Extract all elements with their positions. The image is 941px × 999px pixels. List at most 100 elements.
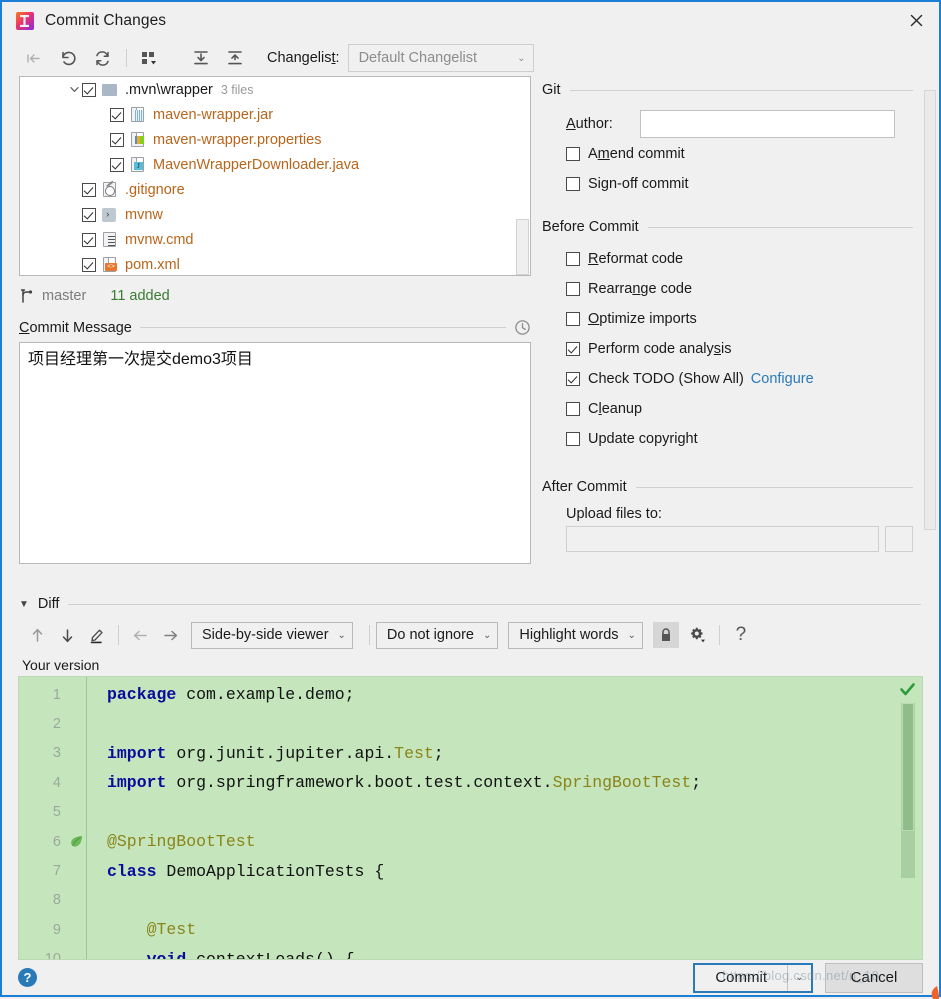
before-commit-title: Before Commit [542, 219, 639, 235]
commit-message-input[interactable]: 项目经理第一次提交demo3项目 [19, 342, 531, 564]
tree-row[interactable]: pom.xml [20, 252, 530, 276]
file-name: MavenWrapperDownloader.java [153, 157, 359, 173]
file-checkbox[interactable] [110, 158, 124, 172]
file-checkbox[interactable] [110, 108, 124, 122]
code-line: 3 import org.junit.jupiter.api.Test; [19, 739, 922, 768]
tree-row[interactable]: mvnw.cmd [20, 227, 530, 252]
changelist-dropdown[interactable]: Default Changelist ⌄ [348, 44, 534, 72]
checkbox-box[interactable] [566, 342, 580, 356]
expand-all-button[interactable] [187, 45, 215, 71]
perform-code-analysis-checkbox[interactable]: Perform code analysis [566, 334, 913, 364]
intellij-idea-icon [16, 12, 34, 30]
file-name: maven-wrapper.jar [153, 107, 273, 123]
file-checkbox[interactable] [82, 208, 96, 222]
checkbox-box[interactable] [566, 147, 580, 161]
check-todo-checkbox[interactable]: Check TODO (Show All)Configure [566, 364, 913, 394]
collapse-to-left-button[interactable] [20, 45, 48, 71]
git-group-header: Git [542, 82, 913, 98]
file-name: .mvn\wrapper [125, 82, 213, 98]
close-button[interactable] [893, 2, 939, 38]
diff-toolbar-divider-3 [719, 625, 720, 645]
code-text: import org.springframework.boot.test.con… [87, 773, 701, 792]
option-label: Amend commit [588, 146, 685, 162]
tree-row[interactable]: maven-wrapper.properties [20, 127, 530, 152]
amend-commit-checkbox[interactable]: Amend commit [566, 139, 913, 169]
cleanup-checkbox[interactable]: Cleanup [566, 394, 913, 424]
tree-row[interactable]: .gitignore [20, 177, 530, 202]
ignore-mode-dropdown[interactable]: Do not ignore ⌄ [376, 622, 498, 649]
expand-arrow-icon[interactable] [66, 85, 82, 94]
file-checkbox[interactable] [82, 258, 96, 272]
line-number: 3 [19, 745, 65, 761]
checkbox-box[interactable] [566, 282, 580, 296]
upload-configure-button[interactable] [885, 526, 913, 552]
corner-decoration-icon [913, 973, 939, 999]
configure-link[interactable]: Configure [751, 371, 814, 387]
commit-options-arrow[interactable]: ⌄ [787, 965, 811, 991]
git-branch-icon [19, 288, 35, 304]
diff-code-editor[interactable]: 1package com.example.demo;23import org.j… [18, 676, 923, 960]
previous-difference-button[interactable] [22, 622, 52, 648]
commit-message-divider [140, 327, 506, 328]
edit-source-button[interactable] [82, 622, 112, 648]
changed-files-tree[interactable]: .mvn\wrapper3 files maven-wrapper.jar mave… [19, 76, 531, 276]
code-text: import org.junit.jupiter.api.Test; [87, 744, 444, 763]
highlight-mode-dropdown[interactable]: Highlight words ⌄ [508, 622, 643, 649]
sign-off-commit-checkbox[interactable]: Sign-off commit [566, 169, 913, 199]
commit-button[interactable]: Commit [695, 965, 787, 991]
checkbox-box[interactable] [566, 432, 580, 446]
branch-name: master [42, 288, 86, 304]
diff-pane-label: Your version [2, 654, 939, 676]
tree-row[interactable]: ›mvnw [20, 202, 530, 227]
clock-history-icon[interactable] [514, 319, 531, 336]
repository-status-row: master 11 added [19, 284, 531, 308]
file-checkbox[interactable] [82, 83, 96, 97]
help-icon[interactable]: ? [18, 968, 37, 987]
checkbox-box[interactable] [566, 372, 580, 386]
optimize-imports-checkbox[interactable]: Optimize imports [566, 304, 913, 334]
lock-toggle-button[interactable] [653, 622, 679, 648]
before-commit-divider [648, 227, 913, 228]
commit-split-button: Commit ⌄ [693, 963, 813, 993]
author-input[interactable] [640, 110, 895, 138]
editor-vertical-scrollbar[interactable] [901, 703, 915, 878]
git-group-title: Git [542, 82, 561, 98]
cancel-button[interactable]: Cancel [825, 963, 923, 993]
spring-leaf-icon[interactable] [65, 834, 87, 849]
diff-section-header[interactable]: ▼ Diff [2, 592, 939, 616]
upload-target-dropdown[interactable] [566, 526, 879, 552]
revert-button[interactable] [54, 45, 82, 71]
accept-right-button[interactable] [155, 622, 185, 648]
reformat-code-checkbox[interactable]: Reformat code [566, 244, 913, 274]
file-checkbox[interactable] [110, 133, 124, 147]
accept-left-button[interactable] [125, 622, 155, 648]
checkbox-box[interactable] [566, 312, 580, 326]
viewer-mode-dropdown[interactable]: Side-by-side viewer ⌄ [191, 622, 353, 649]
changes-toolbar: Changelist: Default Changelist ⌄ [2, 40, 939, 76]
collapse-triangle-icon: ▼ [19, 599, 29, 610]
tree-vertical-scrollbar[interactable] [516, 219, 529, 275]
accept-left-icon [132, 628, 149, 643]
jar-file-icon [130, 107, 147, 123]
checkbox-box[interactable] [566, 252, 580, 266]
tree-row[interactable]: maven-wrapper.jar [20, 102, 530, 127]
group-by-button[interactable] [135, 45, 163, 71]
upload-files-label: Upload files to: [566, 506, 913, 522]
next-difference-icon [60, 627, 75, 644]
collapse-all-button[interactable] [221, 45, 249, 71]
checkbox-box[interactable] [566, 177, 580, 191]
diff-help-button[interactable]: ? [726, 622, 756, 648]
rearrange-code-checkbox[interactable]: Rearrange code [566, 274, 913, 304]
tree-row[interactable]: JMavenWrapperDownloader.java [20, 152, 530, 177]
line-number: 2 [19, 716, 65, 732]
option-label: Perform code analysis [588, 341, 731, 357]
diff-settings-button[interactable] [683, 622, 713, 648]
update-copyright-checkbox[interactable]: Update copyright [566, 424, 913, 454]
options-vertical-scrollbar[interactable] [924, 90, 936, 540]
file-checkbox[interactable] [82, 183, 96, 197]
tree-row[interactable]: .mvn\wrapper3 files [20, 77, 530, 102]
next-difference-button[interactable] [52, 622, 82, 648]
refresh-button[interactable] [88, 45, 116, 71]
file-checkbox[interactable] [82, 233, 96, 247]
checkbox-box[interactable] [566, 402, 580, 416]
